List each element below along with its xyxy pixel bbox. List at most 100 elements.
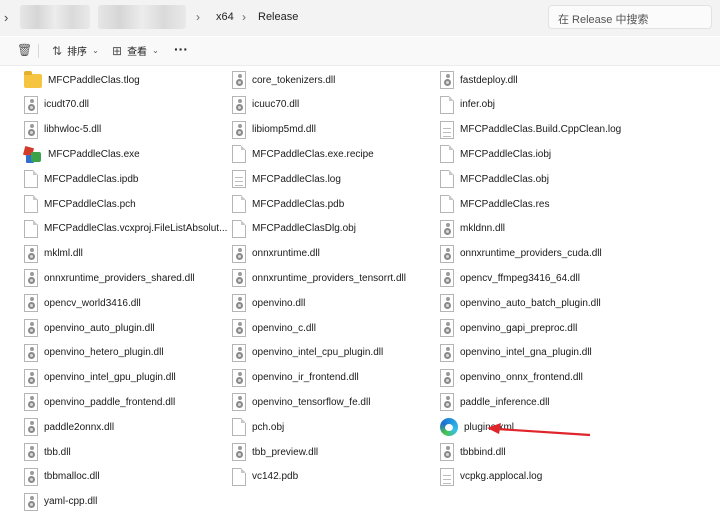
file-item[interactable]: tbb_preview.dll xyxy=(232,440,318,464)
file-name: mkldnn.dll xyxy=(460,223,506,235)
file-name: MFCPaddleClasDlg.obj xyxy=(252,223,356,235)
search-input[interactable]: 在 Release 中搜索 xyxy=(548,5,712,29)
file-name: openvino_intel_cpu_plugin.dll xyxy=(252,347,384,359)
file-name: MFCPaddleClas.log xyxy=(252,173,341,185)
file-item[interactable]: openvino_c.dll xyxy=(232,316,316,340)
dll-icon xyxy=(24,294,38,313)
blurred-breadcrumb xyxy=(98,5,186,29)
file-name: fastdeploy.dll xyxy=(460,74,518,86)
chevron-right-icon[interactable]: › xyxy=(4,10,8,25)
chevron-down-icon: ⌄ xyxy=(152,46,159,55)
file-item[interactable]: icuuc70.dll xyxy=(232,93,299,117)
sort-button[interactable]: ⇅ 排序 ⌄ xyxy=(52,43,99,59)
file-item[interactable]: MFCPaddleClas.log xyxy=(232,167,341,191)
file-item[interactable]: mklml.dll xyxy=(24,242,83,266)
dll-icon xyxy=(24,95,38,114)
file-name: onnxruntime.dll xyxy=(252,248,320,260)
file-item[interactable]: MFCPaddleClas.vcxproj.FileListAbsolut... xyxy=(24,217,227,241)
file-item[interactable]: MFCPaddleClas.ipdb xyxy=(24,167,139,191)
file-name: MFCPaddleClas.pch xyxy=(44,198,136,210)
file-item[interactable]: onnxruntime_providers_tensorrt.dll xyxy=(232,266,406,290)
file-item[interactable]: MFCPaddleClas.exe xyxy=(24,142,140,166)
file-item[interactable]: core_tokenizers.dll xyxy=(232,68,335,92)
sort-label: 排序 xyxy=(67,47,88,58)
more-options-button[interactable]: ··· xyxy=(174,41,188,57)
blurred-breadcrumb xyxy=(20,5,90,29)
dll-icon xyxy=(232,95,246,114)
dll-icon xyxy=(232,343,246,362)
file-item[interactable]: openvino_intel_gna_plugin.dll xyxy=(440,341,592,365)
file-name: onnxruntime_providers_tensorrt.dll xyxy=(252,272,406,284)
file-item[interactable]: MFCPaddleClas.pch xyxy=(24,192,136,216)
file-item[interactable]: libiomp5md.dll xyxy=(232,118,316,142)
file-item[interactable]: icudt70.dll xyxy=(24,93,89,117)
file-item[interactable]: libhwloc-5.dll xyxy=(24,118,101,142)
file-name: openvino_hetero_plugin.dll xyxy=(44,347,164,359)
file-item[interactable]: opencv_world3416.dll xyxy=(24,291,141,315)
dll-icon xyxy=(440,244,454,263)
file-item[interactable]: openvino_onnx_frontend.dll xyxy=(440,366,583,390)
file-icon xyxy=(440,145,454,164)
file-name: tbb.dll xyxy=(44,446,71,458)
file-item[interactable]: tbbbind.dll xyxy=(440,440,506,464)
file-item[interactable]: openvino_intel_gpu_plugin.dll xyxy=(24,366,176,390)
file-name: infer.obj xyxy=(460,99,496,111)
file-name: opencv_ffmpeg3416_64.dll xyxy=(460,272,580,284)
file-item[interactable]: openvino_tensorflow_fe.dll xyxy=(232,390,370,414)
file-item[interactable]: MFCPaddleClas.iobj xyxy=(440,142,551,166)
file-name: pch.obj xyxy=(252,421,285,433)
file-item[interactable]: tbb.dll xyxy=(24,440,71,464)
file-item[interactable]: openvino_gapi_preproc.dll xyxy=(440,316,577,340)
file-item[interactable]: tbbmalloc.dll xyxy=(24,465,100,489)
file-item[interactable]: openvino_ir_frontend.dll xyxy=(232,366,359,390)
dll-icon xyxy=(440,71,454,89)
file-item[interactable]: MFCPaddleClas.obj xyxy=(440,167,549,191)
file-item[interactable]: MFCPaddleClas.tlog xyxy=(24,68,140,92)
delete-button[interactable]: 🗑︎ xyxy=(17,43,32,57)
file-item[interactable]: openvino_auto_batch_plugin.dll xyxy=(440,291,601,315)
file-item[interactable]: infer.obj xyxy=(440,93,495,117)
dll-icon xyxy=(232,120,246,139)
file-item[interactable]: openvino.dll xyxy=(232,291,305,315)
text-file-icon xyxy=(232,170,246,189)
text-file-icon xyxy=(440,467,454,486)
file-name: MFCPaddleClas.pdb xyxy=(252,198,345,210)
grid-view-icon: ⊞ xyxy=(112,43,123,58)
file-item[interactable]: onnxruntime.dll xyxy=(232,242,320,266)
file-item[interactable]: openvino_hetero_plugin.dll xyxy=(24,341,164,365)
file-item[interactable]: paddle2onnx.dll xyxy=(24,415,114,439)
file-item[interactable]: opencv_ffmpeg3416_64.dll xyxy=(440,266,580,290)
file-item[interactable]: MFCPaddleClasDlg.obj xyxy=(232,217,356,241)
file-icon xyxy=(440,95,454,114)
file-item[interactable]: MFCPaddleClas.res xyxy=(440,192,549,216)
file-icon xyxy=(232,467,246,486)
dll-icon xyxy=(440,294,454,313)
file-item[interactable]: onnxruntime_providers_cuda.dll xyxy=(440,242,602,266)
file-name: MFCPaddleClas.iobj xyxy=(460,148,552,160)
file-name: MFCPaddleClas.exe xyxy=(48,148,140,160)
file-item[interactable]: vc142.pdb xyxy=(232,465,298,489)
file-item[interactable]: fastdeploy.dll xyxy=(440,68,518,92)
view-button[interactable]: ⊞ 查看 ⌄ xyxy=(112,43,159,59)
file-name: MFCPaddleClas.res xyxy=(460,198,550,210)
breadcrumb-release[interactable]: Release xyxy=(258,11,298,23)
file-item[interactable]: openvino_auto_plugin.dll xyxy=(24,316,155,340)
file-item[interactable]: MFCPaddleClas.Build.CppClean.log xyxy=(440,118,621,142)
file-item[interactable]: onnxruntime_providers_shared.dll xyxy=(24,266,195,290)
breadcrumb-x64[interactable]: x64 xyxy=(216,11,234,23)
file-item[interactable]: openvino_intel_cpu_plugin.dll xyxy=(232,341,383,365)
file-name: MFCPaddleClas.vcxproj.FileListAbsolut... xyxy=(44,223,228,235)
trash-icon: 🗑︎ xyxy=(17,43,33,57)
file-item[interactable]: openvino_paddle_frontend.dll xyxy=(24,390,175,414)
file-item[interactable]: pch.obj xyxy=(232,415,284,439)
file-item[interactable]: MFCPaddleClas.pdb xyxy=(232,192,344,216)
file-item[interactable]: mkldnn.dll xyxy=(440,217,505,241)
file-name: openvino_c.dll xyxy=(252,322,316,334)
file-name: core_tokenizers.dll xyxy=(252,74,336,86)
dll-icon xyxy=(440,443,454,461)
file-item[interactable]: MFCPaddleClas.exe.recipe xyxy=(232,142,374,166)
file-item[interactable]: vcpkg.applocal.log xyxy=(440,465,542,489)
file-item[interactable]: paddle_inference.dll xyxy=(440,390,550,414)
file-item[interactable]: yaml-cpp.dll xyxy=(24,490,97,514)
dll-icon xyxy=(440,343,454,362)
